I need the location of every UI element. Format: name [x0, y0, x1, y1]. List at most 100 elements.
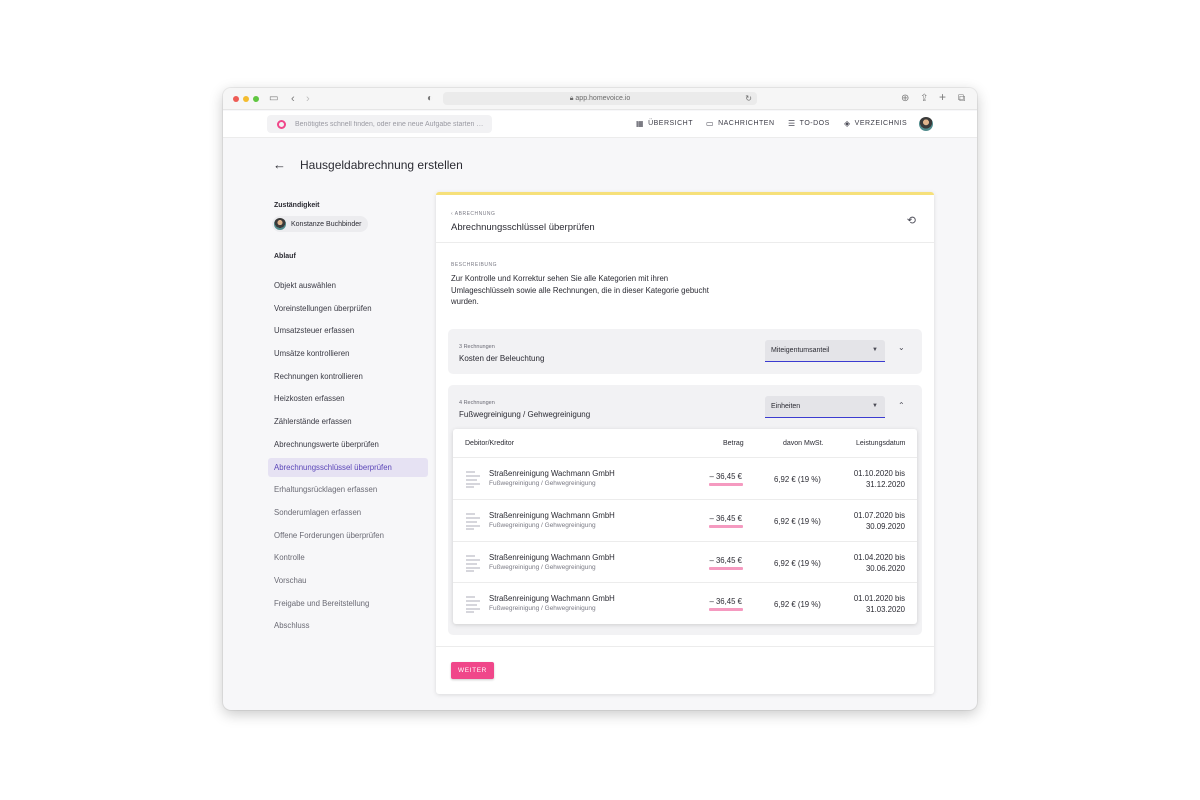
breadcrumb[interactable]: ‹ ABRECHNUNG: [451, 211, 495, 217]
responsible-chip[interactable]: Konstanze Buchbinder: [272, 216, 369, 232]
share-icon[interactable]: ⇪: [920, 92, 928, 106]
period-end: 30.09.2020: [865, 522, 905, 531]
back-icon[interactable]: ‹: [291, 92, 295, 106]
invoice-category: Fußwegreinigung / Gehwegreinigung: [489, 605, 596, 612]
close-window-button[interactable]: [233, 96, 239, 102]
avatar: [274, 218, 286, 230]
message-icon: ▭: [706, 119, 715, 128]
table-row[interactable]: Straßenreinigung Wachmann GmbH Fußwegrei…: [453, 542, 917, 583]
nav-messages[interactable]: ▭ NACHRICHTEN: [706, 119, 775, 128]
responsible-label: Zuständigkeit: [274, 202, 320, 209]
step-abrechnungsschluessel[interactable]: Abrechnungsschlüssel überprüfen: [268, 457, 428, 477]
step-vorschau[interactable]: Vorschau: [268, 571, 428, 590]
chevron-up-icon[interactable]: ⌃: [898, 401, 905, 410]
column-header-date: Leistungsdatum: [856, 440, 906, 447]
new-tab-icon[interactable]: +: [939, 90, 946, 104]
period-end: 31.03.2020: [865, 605, 905, 614]
step-voreinstellungen[interactable]: Voreinstellungen überprüfen: [268, 299, 428, 318]
responsible-name: Konstanze Buchbinder: [291, 220, 362, 228]
distribution-key-select[interactable]: Miteigentumsanteil ▼: [765, 340, 885, 362]
description-text: Zur Kontrolle und Korrektur sehen Sie al…: [451, 274, 709, 306]
search-input[interactable]: [295, 117, 485, 131]
distribution-key-select[interactable]: Einheiten ▼: [765, 396, 885, 418]
creditor-name: Straßenreinigung Wachmann GmbH: [489, 469, 615, 478]
step-rechnungen[interactable]: Rechnungen kontrollieren: [268, 367, 428, 386]
minimize-window-button[interactable]: [243, 96, 249, 102]
reload-icon[interactable]: ↻: [745, 92, 752, 105]
lock-icon: 🔒︎: [569, 95, 574, 102]
key-group-beleuchtung[interactable]: 3 Rechnungen Kosten der Beleuchtung Mite…: [448, 329, 922, 374]
period-end: 30.06.2020: [865, 564, 905, 573]
select-value: Miteigentumsanteil: [771, 347, 830, 354]
step-kontrolle[interactable]: Kontrolle: [268, 548, 428, 567]
next-button[interactable]: WEITER: [451, 662, 494, 679]
url-text: app.homevoice.io: [575, 95, 631, 102]
main-card: ‹ ABRECHNUNG Abrechnungsschlüssel überpr…: [436, 192, 934, 694]
service-period: 01.10.2020 bis 31.12.2020: [854, 468, 905, 490]
group-invoice-count: 4 Rechnungen: [459, 400, 495, 406]
amount-bar: [709, 525, 743, 528]
global-search[interactable]: [267, 115, 492, 133]
document-icon: [466, 595, 480, 613]
address-bar[interactable]: 🔒︎ app.homevoice.io ↻: [443, 92, 757, 105]
user-avatar[interactable]: [919, 117, 933, 131]
privacy-shield-icon[interactable]: ◐: [427, 92, 433, 106]
invoice-category: Fußwegreinigung / Gehwegreinigung: [489, 564, 596, 571]
amount-bar: [709, 608, 743, 611]
table-row[interactable]: Straßenreinigung Wachmann GmbH Fußwegrei…: [453, 583, 917, 624]
step-sonderumlagen[interactable]: Sonderumlagen erfassen: [268, 503, 428, 522]
step-abschluss[interactable]: Abschluss: [268, 616, 428, 635]
step-freigabe[interactable]: Freigabe und Bereitstellung: [268, 594, 428, 613]
period-start: 01.01.2020 bis: [853, 594, 905, 603]
creditor-name: Straßenreinigung Wachmann GmbH: [489, 553, 615, 562]
document-icon: [466, 554, 480, 572]
invoice-amount: – 36,45 €: [709, 597, 742, 606]
service-period: 01.01.2020 bis 31.03.2020: [854, 593, 905, 615]
browser-window: ▭ ‹ › ◐ 🔒︎ app.homevoice.io ↻ ⊕ ⇪ + ⧉ ▦ …: [223, 88, 977, 710]
flow-label: Ablauf: [274, 253, 296, 260]
description-label: BESCHREIBUNG: [451, 262, 498, 268]
step-abrechnungswerte[interactable]: Abrechnungswerte überprüfen: [268, 435, 428, 454]
service-period: 01.07.2020 bis 30.09.2020: [854, 510, 905, 532]
invoice-vat: 6,92 € (19 %): [774, 600, 821, 609]
step-umsatzsteuer[interactable]: Umsatzsteuer erfassen: [268, 321, 428, 340]
amount-bar: [709, 567, 743, 570]
breadcrumb-label: ABRECHNUNG: [454, 211, 496, 217]
creditor-name: Straßenreinigung Wachmann GmbH: [489, 511, 615, 520]
nav-overview[interactable]: ▦ ÜBERSICHT: [636, 119, 693, 128]
invoice-table: Debitor/Kreditor Betrag davon MwSt. Leis…: [453, 429, 917, 624]
page-header: ← Hausgeldabrechnung erstellen: [273, 157, 463, 172]
invoice-amount: – 36,45 €: [709, 472, 742, 481]
tabs-overview-icon[interactable]: ⧉: [958, 92, 965, 106]
back-arrow-icon[interactable]: ←: [273, 157, 286, 172]
caret-down-icon: ▼: [872, 347, 878, 353]
step-heizkosten[interactable]: Heizkosten erfassen: [268, 389, 428, 408]
chevron-down-icon[interactable]: ⌄: [898, 343, 905, 352]
step-offene-forderungen[interactable]: Offene Forderungen überprüfen: [268, 526, 428, 545]
step-objekt-auswaehlen[interactable]: Objekt auswählen: [268, 276, 428, 295]
step-umsaetze[interactable]: Umsätze kontrollieren: [268, 344, 428, 363]
period-start: 01.04.2020 bis: [853, 553, 905, 562]
history-icon[interactable]: ⟲: [907, 214, 916, 227]
period-start: 01.10.2020 bis: [853, 469, 905, 478]
column-header-creditor: Debitor/Kreditor: [465, 440, 515, 447]
invoice-vat: 6,92 € (19 %): [774, 475, 821, 484]
step-erhaltungsruecklagen[interactable]: Erhaltungsrücklagen erfassen: [268, 480, 428, 499]
browser-titlebar: ▭ ‹ › ◐ 🔒︎ app.homevoice.io ↻ ⊕ ⇪ + ⧉: [223, 88, 977, 110]
column-header-amount: Betrag: [723, 440, 744, 447]
download-icon[interactable]: ⊕: [901, 92, 909, 106]
period-start: 01.07.2020 bis: [853, 511, 905, 520]
maximize-window-button[interactable]: [253, 96, 259, 102]
step-zaehlerstaende[interactable]: Zählerstände erfassen: [268, 412, 428, 431]
dashboard-icon: ▦: [636, 119, 645, 128]
nav-label: VERZEICHNIS: [854, 120, 908, 127]
invoice-category: Fußwegreinigung / Gehwegreinigung: [489, 522, 596, 529]
sidebar-toggle-icon[interactable]: ▭: [269, 92, 278, 106]
table-row[interactable]: Straßenreinigung Wachmann GmbH Fußwegrei…: [453, 500, 917, 541]
document-icon: [466, 470, 480, 488]
nav-todos[interactable]: ☰ TO-DOS: [788, 119, 830, 128]
forward-icon[interactable]: ›: [306, 92, 310, 106]
nav-directory[interactable]: ◈ VERZEICHNIS: [844, 119, 907, 128]
table-row[interactable]: Straßenreinigung Wachmann GmbH Fußwegrei…: [453, 458, 917, 499]
amount-bar: [709, 483, 743, 486]
